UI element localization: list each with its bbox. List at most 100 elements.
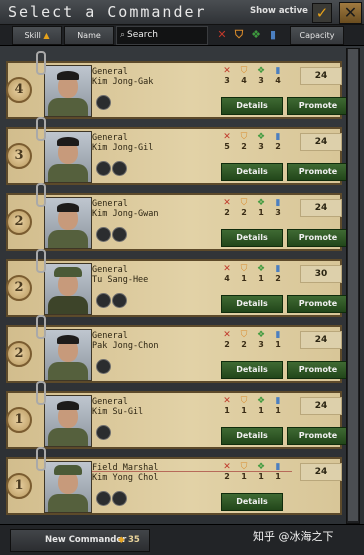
scrollbar[interactable] [346,48,360,524]
skill-value: 2 [241,142,247,151]
promote-button[interactable]: Promote [287,97,349,115]
commander-portrait[interactable] [44,131,92,183]
details-button[interactable]: Details [221,163,283,181]
skill-value: 4 [224,274,230,283]
attack-skill: ✕ 5 [222,132,232,151]
details-button[interactable]: Details [221,295,283,313]
commander-card[interactable]: 2 General Pak Jong-Chon ✕ 2 ⛉ 2 ❖ 3 ▮ 1 … [6,325,349,383]
sort-skill-label: Skill [24,31,41,40]
trait-icon[interactable] [112,161,127,176]
portrait-uniform [48,362,88,380]
trait-icon[interactable] [96,161,111,176]
details-button[interactable]: Details [221,361,283,379]
trait-icon[interactable] [96,227,111,242]
filter-planning-icon[interactable]: ❖ [249,28,263,42]
attack-skill-icon: ✕ [223,462,231,472]
commander-card[interactable]: 2 General Tu Sang-Hee ✕ 4 ⛉ 1 ❖ 1 ▮ 2 30… [6,259,349,317]
filter-defense-icon[interactable]: ⛉ [232,28,246,42]
scrollbar-thumb[interactable] [348,49,358,521]
planning-skill: ❖ 1 [256,462,266,481]
skill-value: 3 [258,76,264,85]
skill-value: 2 [275,274,281,283]
commander-card[interactable]: 1 Field Marshal Kim Yong Chol ✕ 2 ⛉ 1 ❖ … [6,457,342,515]
trait-icon[interactable] [112,227,127,242]
sort-capacity-button[interactable]: Capacity [290,26,344,45]
portrait-hair [57,137,79,146]
planning-skill-icon: ❖ [256,198,266,208]
portrait-uniform [48,164,88,182]
commander-rank: General [92,397,128,407]
new-commander-button[interactable]: New Commander ◆ 35 [10,529,150,552]
close-icon: ✕ [343,3,358,22]
trait-icon[interactable] [96,491,111,506]
commander-portrait[interactable] [44,461,92,513]
commander-portrait[interactable] [44,65,92,117]
commander-portrait[interactable] [44,395,92,447]
commander-name: Pak Jong-Chon [92,341,159,351]
defense-skill-icon: ⛉ [240,330,248,340]
trait-icon[interactable] [112,293,127,308]
promote-button[interactable]: Promote [287,295,349,313]
footer-bar: New Commander ◆ 35 知乎 @冰海之下 [0,524,364,555]
commander-portrait[interactable] [44,263,92,315]
filter-logistics-icon[interactable]: ▮ [266,28,280,42]
planning-skill: ❖ 3 [256,66,266,85]
skill-value: 1 [275,472,281,481]
details-button[interactable]: Details [221,97,283,115]
defense-skill: ⛉ 2 [239,132,249,151]
commander-rank: General [92,67,128,77]
commander-card[interactable]: 2 General Kim Jong-Gwan ✕ 2 ⛉ 2 ❖ 1 ▮ 3 … [6,193,349,251]
skill-level-medal: 4 [6,77,32,103]
logistics-skill-icon: ▮ [275,132,281,142]
sort-capacity-label: Capacity [299,31,335,40]
details-button[interactable]: Details [221,427,283,445]
promote-button[interactable]: Promote [287,361,349,379]
skill-value: 2 [275,142,281,151]
commander-portrait[interactable] [44,329,92,381]
sort-name-label: Name [77,31,101,40]
portrait-uniform [48,428,88,446]
commander-portrait[interactable] [44,197,92,249]
defense-skill-icon: ⛉ [240,198,248,208]
sort-arrow-up-icon: ▲ [43,31,50,40]
close-button[interactable]: ✕ [339,2,362,24]
trait-icon[interactable] [96,293,111,308]
skill-value: 4 [241,76,247,85]
new-commander-cost: 35 [128,535,140,545]
show-active-checkbox[interactable]: ✓ [312,3,332,23]
portrait-cap [54,267,82,277]
portrait-cap [54,465,82,475]
portrait-hair [57,335,79,344]
trait-icon[interactable] [112,491,127,506]
watermark: 知乎 @冰海之下 [253,530,334,543]
promote-button[interactable]: Promote [287,163,349,181]
paper-clip-icon [36,315,46,339]
commander-rank: General [92,331,128,341]
logistics-skill: ▮ 1 [273,330,283,349]
attack-skill: ✕ 2 [222,198,232,217]
trait-icon[interactable] [96,359,111,374]
skill-value: 2 [241,208,247,217]
defense-skill-icon: ⛉ [240,396,248,406]
logistics-skill-icon: ▮ [275,198,281,208]
skill-level: 4 [14,82,24,97]
promote-button[interactable]: Promote [287,427,349,445]
details-button[interactable]: Details [221,229,283,247]
skill-value: 1 [241,406,247,415]
filter-attack-icon[interactable]: ✕ [215,28,229,42]
details-button[interactable]: Details [221,493,283,511]
commander-card[interactable]: 1 General Kim Su-Gil ✕ 1 ⛉ 1 ❖ 1 ▮ 1 24 D… [6,391,349,449]
planning-skill-icon: ❖ [256,264,266,274]
defense-skill: ⛉ 1 [239,462,249,481]
sort-skill-button[interactable]: Skill ▲ [12,26,62,45]
promote-button[interactable]: Promote [287,229,349,247]
logistics-skill: ▮ 3 [273,198,283,217]
trait-icon[interactable] [96,95,111,110]
commander-card[interactable]: 4 General Kim Jong-Gak ✕ 3 ⛉ 4 ❖ 3 ▮ 4 2… [6,61,349,119]
logistics-skill: ▮ 2 [273,132,283,151]
trait-icon[interactable] [96,425,111,440]
search-input[interactable]: ⌕ Search [116,26,208,45]
commander-card[interactable]: 3 General Kim Jong-Gil ✕ 5 ⛉ 2 ❖ 3 ▮ 2 2… [6,127,349,185]
attack-skill-icon: ✕ [223,264,231,274]
sort-name-button[interactable]: Name [64,26,114,45]
